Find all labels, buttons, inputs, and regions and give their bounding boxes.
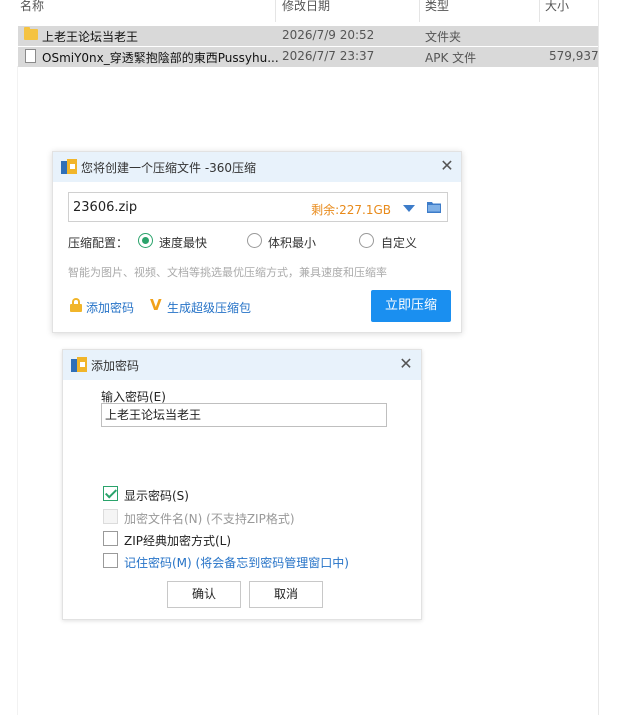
app-icon [71,357,87,373]
archive-path-field[interactable]: 23606.zip 剩余:227.1GB [68,192,448,222]
column-type-header[interactable]: 类型 [425,0,449,14]
dialog-title: 添加密码 [91,359,140,373]
column-header: 名称 修改日期 类型 大小 [0,0,600,22]
encrypt-filenames-label: 加密文件名(N) (不支持ZIP格式) [124,512,295,526]
show-password-label[interactable]: 显示密码(S) [124,487,189,504]
column-divider[interactable] [275,0,276,22]
dialog-titlebar[interactable]: 添加密码 ✕ [63,350,421,380]
folder-icon [24,27,38,40]
column-date-header[interactable]: 修改日期 [282,0,330,14]
radio-custom[interactable] [359,233,374,248]
radio-speed[interactable] [138,233,153,248]
column-name-header[interactable]: 名称 [20,0,44,14]
file-date: 2026/7/7 23:37 [282,49,375,63]
compression-config: 压缩配置： 速度最快 体积最小 自定义 [68,233,448,253]
radio-size[interactable] [247,233,262,248]
dialog-title: 您将创建一个压缩文件 -360压缩 [81,161,257,175]
file-size: 579,937 K [549,49,598,63]
lock-icon[interactable] [69,298,83,312]
column-divider[interactable] [539,0,540,22]
chevron-down-icon[interactable] [403,205,415,212]
encrypt-filenames-checkbox [103,509,118,524]
file-type: 文件夹 [425,30,462,44]
config-label: 压缩配置： [68,236,129,250]
remember-password-checkbox[interactable] [103,553,118,568]
close-icon[interactable]: ✕ [396,354,416,374]
super-package-link[interactable]: 生成超级压缩包 [167,299,251,316]
app-icon [61,159,77,175]
close-icon[interactable]: ✕ [437,156,457,176]
zip-classic-encryption-label[interactable]: ZIP经典加密方式(L) [124,532,231,549]
hint-text: 智能为图片、视频、文档等挑选最优压缩方式，兼具速度和压缩率 [68,266,387,279]
archive-filename[interactable]: 23606.zip [73,200,137,215]
cancel-button[interactable]: 取消 [249,581,323,608]
column-size-header[interactable]: 大小 [545,0,569,14]
file-name: 上老王论坛当老王 [42,30,139,44]
free-space-label: 剩余:227.1GB [311,203,391,217]
file-name: OSmiY0nx_穿透緊抱陰部的東西Pussyhu... [42,51,279,65]
remember-password-label[interactable]: 记住密码(M) (将会备忘到密码管理窗口中) [124,554,349,571]
file-row[interactable]: OSmiY0nx_穿透緊抱陰部的東西Pussyhu... 2026/7/7 23… [18,47,598,67]
dialog-titlebar[interactable]: 您将创建一个压缩文件 -360压缩 ✕ [53,152,461,182]
file-type: APK 文件 [425,51,477,65]
vip-icon: V [150,296,162,314]
add-password-link[interactable]: 添加密码 [86,299,134,316]
pane-divider [17,66,18,715]
column-divider[interactable] [419,0,420,22]
ok-button[interactable]: 确认 [167,581,241,608]
zip-classic-encryption-checkbox[interactable] [103,531,118,546]
compress-now-button[interactable]: 立即压缩 [371,290,451,322]
add-password-dialog: 添加密码 ✕ 输入密码(E) 上老王论坛当老王 显示密码(S) 加密文件名(N)… [62,349,422,620]
folder-browse-icon[interactable] [427,201,441,213]
file-row[interactable]: 上老王论坛当老王 2026/7/9 20:52 文件夹 [18,26,598,46]
radio-label[interactable]: 速度最快 [159,234,207,251]
compress-dialog: 您将创建一个压缩文件 -360压缩 ✕ 23606.zip 剩余:227.1GB… [52,151,462,333]
pane-divider [598,0,599,715]
radio-label[interactable]: 体积最小 [268,234,316,251]
password-field[interactable]: 上老王论坛当老王 [101,403,387,427]
show-password-checkbox[interactable] [103,486,118,501]
file-icon [25,49,36,63]
radio-label[interactable]: 自定义 [381,234,417,251]
file-date: 2026/7/9 20:52 [282,28,375,42]
